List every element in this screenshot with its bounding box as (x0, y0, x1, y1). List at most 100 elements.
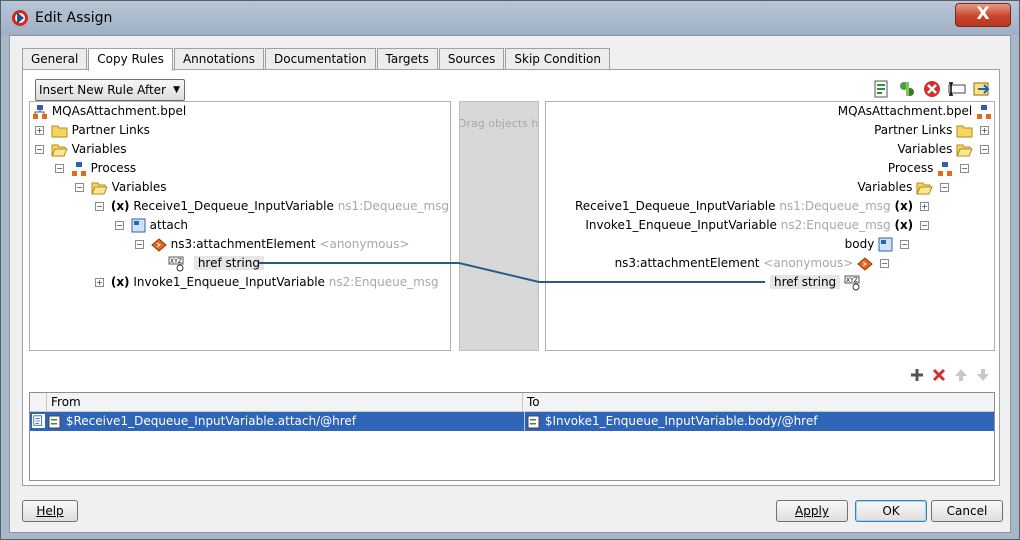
node-type: ns2:Enqueue_msg (328, 275, 439, 289)
tree-node-target-root[interactable]: MQAsAttachment.bpel (838, 102, 992, 121)
element-icon (151, 237, 167, 252)
collapse-icon[interactable]: − (900, 240, 909, 249)
node-label: ns3:attachmentElement (170, 237, 316, 251)
expand-icon[interactable]: + (980, 126, 989, 135)
tab-skip-condition[interactable]: Skip Condition (505, 48, 610, 70)
tree-node-receive-variable[interactable]: − (x) Receive1_Dequeue_InputVariable ns1… (92, 197, 449, 216)
tree-node-body-target[interactable]: body − (845, 235, 912, 254)
column-header-to[interactable]: To (522, 393, 994, 412)
rule-to-cell: $Invoke1_Enqueue_InputVariable.body/@hre… (524, 412, 817, 431)
collapse-icon[interactable]: − (880, 259, 889, 268)
literal-icon[interactable] (948, 80, 966, 98)
node-label: body (844, 237, 875, 251)
folder-icon (956, 125, 973, 137)
move-down-icon[interactable] (975, 367, 991, 383)
title-bar[interactable]: Edit Assign X (1, 1, 1019, 35)
cancel-button[interactable]: Cancel (931, 500, 1003, 522)
tab-copy-rules[interactable]: Copy Rules (88, 48, 173, 71)
node-label: Variables (897, 142, 953, 156)
collapse-icon[interactable]: − (940, 183, 949, 192)
expand-icon[interactable]: + (920, 202, 929, 211)
edit-assign-dialog: Edit Assign X General Copy Rules Annotat… (0, 0, 1020, 540)
node-label: Receive1_Dequeue_InputVariable (574, 199, 776, 213)
tab-general[interactable]: General (22, 48, 88, 70)
tree-node-partner-links-target[interactable]: Partner Links + (874, 121, 992, 140)
target-tree-pane[interactable]: MQAsAttachment.bpel Partner Links + Vari… (545, 101, 995, 351)
copy-rules-table: From To $Receive1_Dequeue_InputVariable.… (29, 392, 995, 481)
folder-open-icon (51, 144, 68, 156)
process-icon (938, 161, 953, 176)
column-header-from[interactable]: From (46, 393, 522, 412)
folder-icon (51, 125, 68, 137)
node-label: Variables (71, 142, 127, 156)
tree-node-process-variables-target[interactable]: Variables − (858, 178, 953, 197)
node-type: <anonymous> (319, 237, 410, 251)
insert-rule-dropdown[interactable]: Insert New Rule After ▼ (35, 79, 185, 101)
collapse-icon[interactable]: − (920, 221, 929, 230)
collapse-icon[interactable]: − (980, 145, 989, 154)
append-icon[interactable] (973, 80, 991, 98)
table-row[interactable]: $Receive1_Dequeue_InputVariable.attach/@… (30, 412, 994, 431)
rule-to-value: $Invoke1_Enqueue_InputVariable.body/@hre… (544, 414, 818, 428)
ok-label: OK (882, 504, 900, 518)
delete-icon[interactable] (923, 80, 941, 98)
tree-node-href-source[interactable]: XYZ href string (168, 254, 264, 273)
collapse-icon[interactable]: − (135, 240, 144, 249)
node-label: Invoke1_Enqueue_InputVariable (133, 275, 325, 289)
apply-button[interactable]: Apply (776, 500, 848, 522)
node-label: attach (149, 218, 188, 232)
tree-node-attach[interactable]: − attach (112, 216, 188, 235)
expression-builder-icon[interactable] (873, 80, 891, 98)
node-label: Variables (111, 180, 167, 194)
xml-fragment-icon[interactable] (898, 80, 916, 98)
tab-documentation[interactable]: Documentation (265, 48, 376, 70)
drop-zone-placeholder: Drag objects here (459, 117, 539, 130)
node-label: Receive1_Dequeue_InputVariable (133, 199, 334, 213)
collapse-icon[interactable]: − (115, 221, 124, 230)
collapse-icon[interactable]: − (75, 183, 84, 192)
collapse-icon[interactable]: − (95, 202, 104, 211)
expand-icon[interactable]: + (95, 278, 104, 287)
move-up-icon[interactable] (953, 367, 969, 383)
tree-node-variables[interactable]: − Variables (32, 140, 127, 159)
close-button[interactable]: X (955, 3, 1011, 27)
node-label: Variables (857, 180, 913, 194)
tree-node-invoke-variable-target[interactable]: Invoke1_Enqueue_InputVariable ns2:Enqueu… (585, 216, 932, 235)
tree-node-invoke-variable[interactable]: + (x) Invoke1_Enqueue_InputVariable ns2:… (92, 273, 439, 292)
tree-node-source-root[interactable]: MQAsAttachment.bpel (32, 102, 186, 121)
tree-node-process-target[interactable]: Process − (888, 159, 972, 178)
tree-node-variables-target[interactable]: Variables − (898, 140, 993, 159)
variable-icon: (x) (894, 199, 914, 213)
expand-icon[interactable]: + (35, 126, 44, 135)
add-icon[interactable] (909, 367, 925, 383)
ok-button[interactable]: OK (855, 500, 927, 522)
element-icon (857, 256, 873, 271)
tree-node-href-target[interactable]: href string XYZ (770, 273, 866, 292)
message-part-icon (878, 237, 893, 252)
tree-node-process[interactable]: − Process (52, 159, 136, 178)
tab-annotations[interactable]: Annotations (173, 48, 264, 70)
collapse-icon[interactable]: − (55, 164, 64, 173)
drop-zone[interactable]: Drag objects here (459, 101, 539, 351)
node-label: href string (193, 256, 264, 270)
process-icon (977, 104, 991, 119)
help-button[interactable]: Help (22, 500, 78, 522)
rule-from-value: $Receive1_Dequeue_InputVariable.attach/@… (65, 414, 357, 428)
tree-node-attachment-element-target[interactable]: ns3:attachmentElement <anonymous> − (615, 254, 892, 273)
source-tree-pane[interactable]: MQAsAttachment.bpel + Partner Links − Va… (29, 101, 451, 351)
tab-targets[interactable]: Targets (376, 48, 438, 70)
app-logo-icon (12, 10, 28, 26)
tree-node-partner-links[interactable]: + Partner Links (32, 121, 150, 140)
rule-from-cell: $Receive1_Dequeue_InputVariable.attach/@… (48, 412, 356, 431)
node-label: Process (90, 161, 137, 175)
tree-node-receive-variable-target[interactable]: Receive1_Dequeue_InputVariable ns1:Deque… (575, 197, 932, 216)
cancel-label: Cancel (946, 504, 988, 518)
tree-node-attachment-element[interactable]: − ns3:attachmentElement <anonymous> (132, 235, 409, 254)
collapse-icon[interactable]: − (960, 164, 969, 173)
message-part-icon (131, 218, 146, 233)
collapse-icon[interactable]: − (35, 145, 44, 154)
tab-sources[interactable]: Sources (438, 48, 505, 70)
tree-node-process-variables[interactable]: − Variables (72, 178, 167, 197)
process-icon (71, 161, 86, 176)
remove-icon[interactable] (931, 367, 947, 383)
